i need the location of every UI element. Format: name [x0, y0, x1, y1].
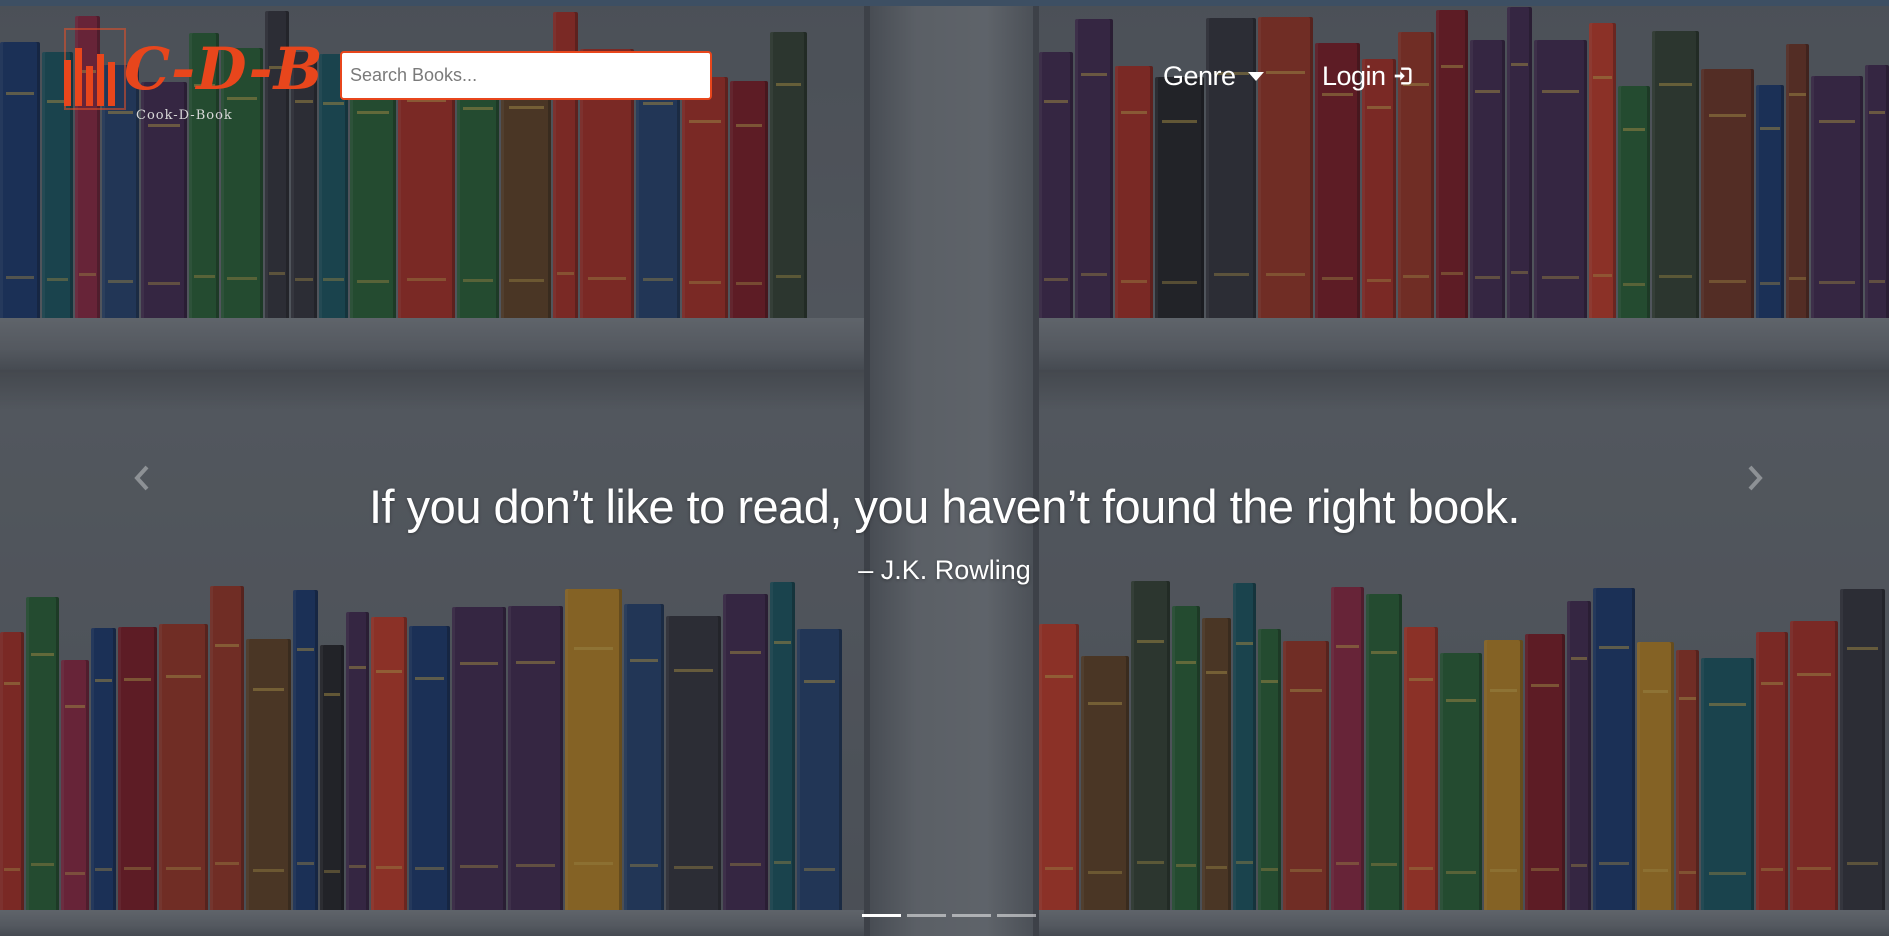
search-input[interactable]: [340, 51, 712, 100]
carousel-indicators: [862, 914, 1036, 917]
carousel-indicator-4[interactable]: [997, 914, 1036, 917]
bookshelf-icon: [64, 48, 126, 106]
hero-background: [0, 0, 1889, 936]
carousel-indicator-1[interactable]: [862, 914, 901, 917]
page: C-D-B Cook-D-Book Genre Login If you don…: [0, 0, 1889, 936]
navbar: C-D-B Cook-D-Book Genre Login: [0, 0, 1889, 130]
genre-label: Genre: [1163, 60, 1236, 91]
carousel-author: – J.K. Rowling: [858, 555, 1031, 585]
carousel-indicator-2[interactable]: [907, 914, 946, 917]
brand-tagline: Cook-D-Book: [136, 108, 233, 123]
caret-down-icon: [1247, 71, 1264, 81]
carousel-quote: If you don’t like to read, you haven’t f…: [369, 480, 1521, 533]
login-label: Login: [1322, 60, 1386, 91]
carousel-indicator-3[interactable]: [952, 914, 991, 917]
sign-in-icon: [1394, 67, 1412, 85]
brand-logo[interactable]: C-D-B Cook-D-Book: [58, 26, 323, 126]
brand-letters: C-D-B: [124, 35, 324, 103]
dark-overlay: [0, 0, 1889, 936]
login-link[interactable]: Login: [1322, 56, 1414, 96]
genre-dropdown[interactable]: Genre: [1163, 56, 1264, 96]
